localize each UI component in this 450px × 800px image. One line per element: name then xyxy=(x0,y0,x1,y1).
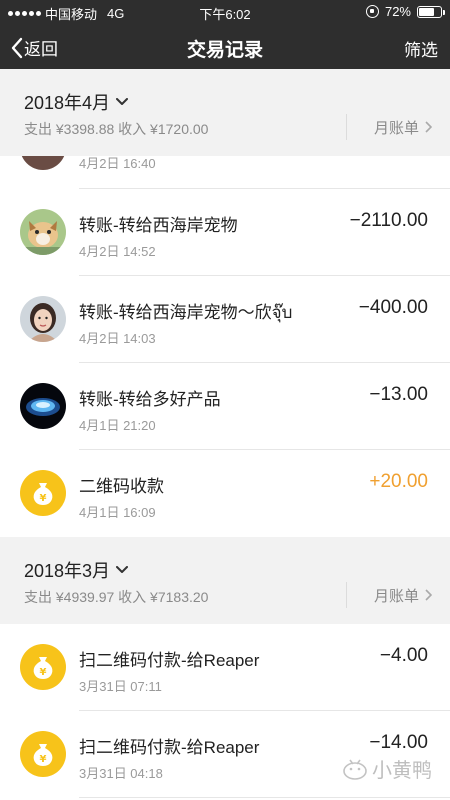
transaction-time: 3月31日 04:18 xyxy=(79,766,163,781)
transaction-time: 3月31日 07:11 xyxy=(79,679,162,694)
transaction-title: 转账-转给多好产品 xyxy=(79,390,221,409)
money-bag-icon: ¥ xyxy=(20,644,66,690)
month-label: 2018年3月 xyxy=(24,561,111,581)
transaction-title: 转账-转给西海岸宠物 xyxy=(79,216,238,235)
monthly-bill-label: 月账单 xyxy=(373,587,419,605)
transaction-time: 4月1日 16:09 xyxy=(79,505,156,520)
transaction-amount: −2110.00 xyxy=(349,210,428,231)
page-title: 交易记录 xyxy=(186,40,263,61)
monthly-bill-button[interactable]: 月账单 xyxy=(346,582,450,608)
battery-icon xyxy=(417,5,445,18)
svg-text:¥: ¥ xyxy=(40,493,47,504)
avatar xyxy=(20,383,66,429)
svg-text:¥: ¥ xyxy=(40,754,47,765)
monthly-bill-label: 月账单 xyxy=(373,119,419,137)
duck-logo-icon xyxy=(343,759,367,780)
avatar xyxy=(20,209,66,255)
svg-text:¥: ¥ xyxy=(40,667,47,678)
nav-bar: 返回 交易记录 筛选 xyxy=(0,24,450,69)
transaction-amount: −400.00 xyxy=(358,297,428,318)
transaction-row[interactable]: 转账-转给多好产品 4月1日 21:20 −13.00 xyxy=(0,363,450,450)
transaction-row[interactable]: ¥ 扫二维码付款-给Reaper 3月31日 07:11 −4.00 xyxy=(0,624,450,711)
avatar xyxy=(20,156,66,170)
chevron-right-icon xyxy=(425,121,432,133)
monthly-bill-button[interactable]: 月账单 xyxy=(346,114,450,140)
watermark-text: 小黄鸭 xyxy=(372,760,432,782)
filter-button[interactable]: 筛选 xyxy=(404,36,438,61)
month-label: 2018年4月 xyxy=(24,93,111,113)
avatar xyxy=(20,296,66,342)
month-section-header: 2018年3月 支出 ¥4939.97 收入 ¥7183.20 月账单 xyxy=(0,537,450,624)
transaction-title: 二维码收款 xyxy=(79,477,164,496)
transaction-amount: +20.00 xyxy=(369,471,428,492)
transaction-row[interactable]: 4月2日 16:40 xyxy=(0,156,450,189)
money-bag-icon: ¥ xyxy=(20,731,66,777)
transaction-title: 扫二维码付款-给Reaper xyxy=(79,738,260,757)
transaction-row[interactable]: 转账-转给西海岸宠物 4月2日 14:52 −2110.00 xyxy=(0,189,450,276)
transaction-time: 4月2日 16:40 xyxy=(79,156,156,171)
month-selector[interactable]: 2018年4月 xyxy=(24,89,129,115)
transaction-title: 扫二维码付款-给Reaper xyxy=(79,651,260,670)
transaction-row[interactable]: 转账-转给西海岸宠物～欣จุ๊บ 4月2日 14:03 −400.00 xyxy=(0,276,450,363)
transaction-amount: −13.00 xyxy=(369,384,428,405)
transaction-amount: −4.00 xyxy=(379,645,428,666)
month-summary: 支出 ¥4939.97 收入 ¥7183.20 xyxy=(24,589,209,605)
transaction-time: 4月2日 14:52 xyxy=(79,244,156,259)
month-selector[interactable]: 2018年3月 xyxy=(24,557,129,583)
transaction-row[interactable]: ¥ 二维码收款 4月1日 16:09 +20.00 xyxy=(0,450,450,537)
month-section-header: 2018年4月 支出 ¥3398.88 收入 ¥1720.00 月账单 xyxy=(0,69,450,156)
chevron-down-icon xyxy=(116,566,129,573)
month-summary: 支出 ¥3398.88 收入 ¥1720.00 xyxy=(24,121,209,137)
money-bag-icon: ¥ xyxy=(20,470,66,516)
chevron-down-icon xyxy=(116,98,129,105)
transaction-title: 转账-转给西海岸宠物～欣จุ๊บ xyxy=(79,303,293,322)
transaction-amount: −14.00 xyxy=(369,732,428,753)
watermark: 小黄鸭 xyxy=(342,754,432,783)
battery-percent: 72% xyxy=(384,4,411,19)
status-bar: 中国移动 4G 下午6:02 72% xyxy=(0,0,450,24)
chevron-right-icon xyxy=(425,589,432,601)
transaction-time: 4月1日 21:20 xyxy=(79,418,156,433)
transaction-time: 4月2日 14:03 xyxy=(79,331,156,346)
rotation-lock-icon xyxy=(365,5,379,18)
